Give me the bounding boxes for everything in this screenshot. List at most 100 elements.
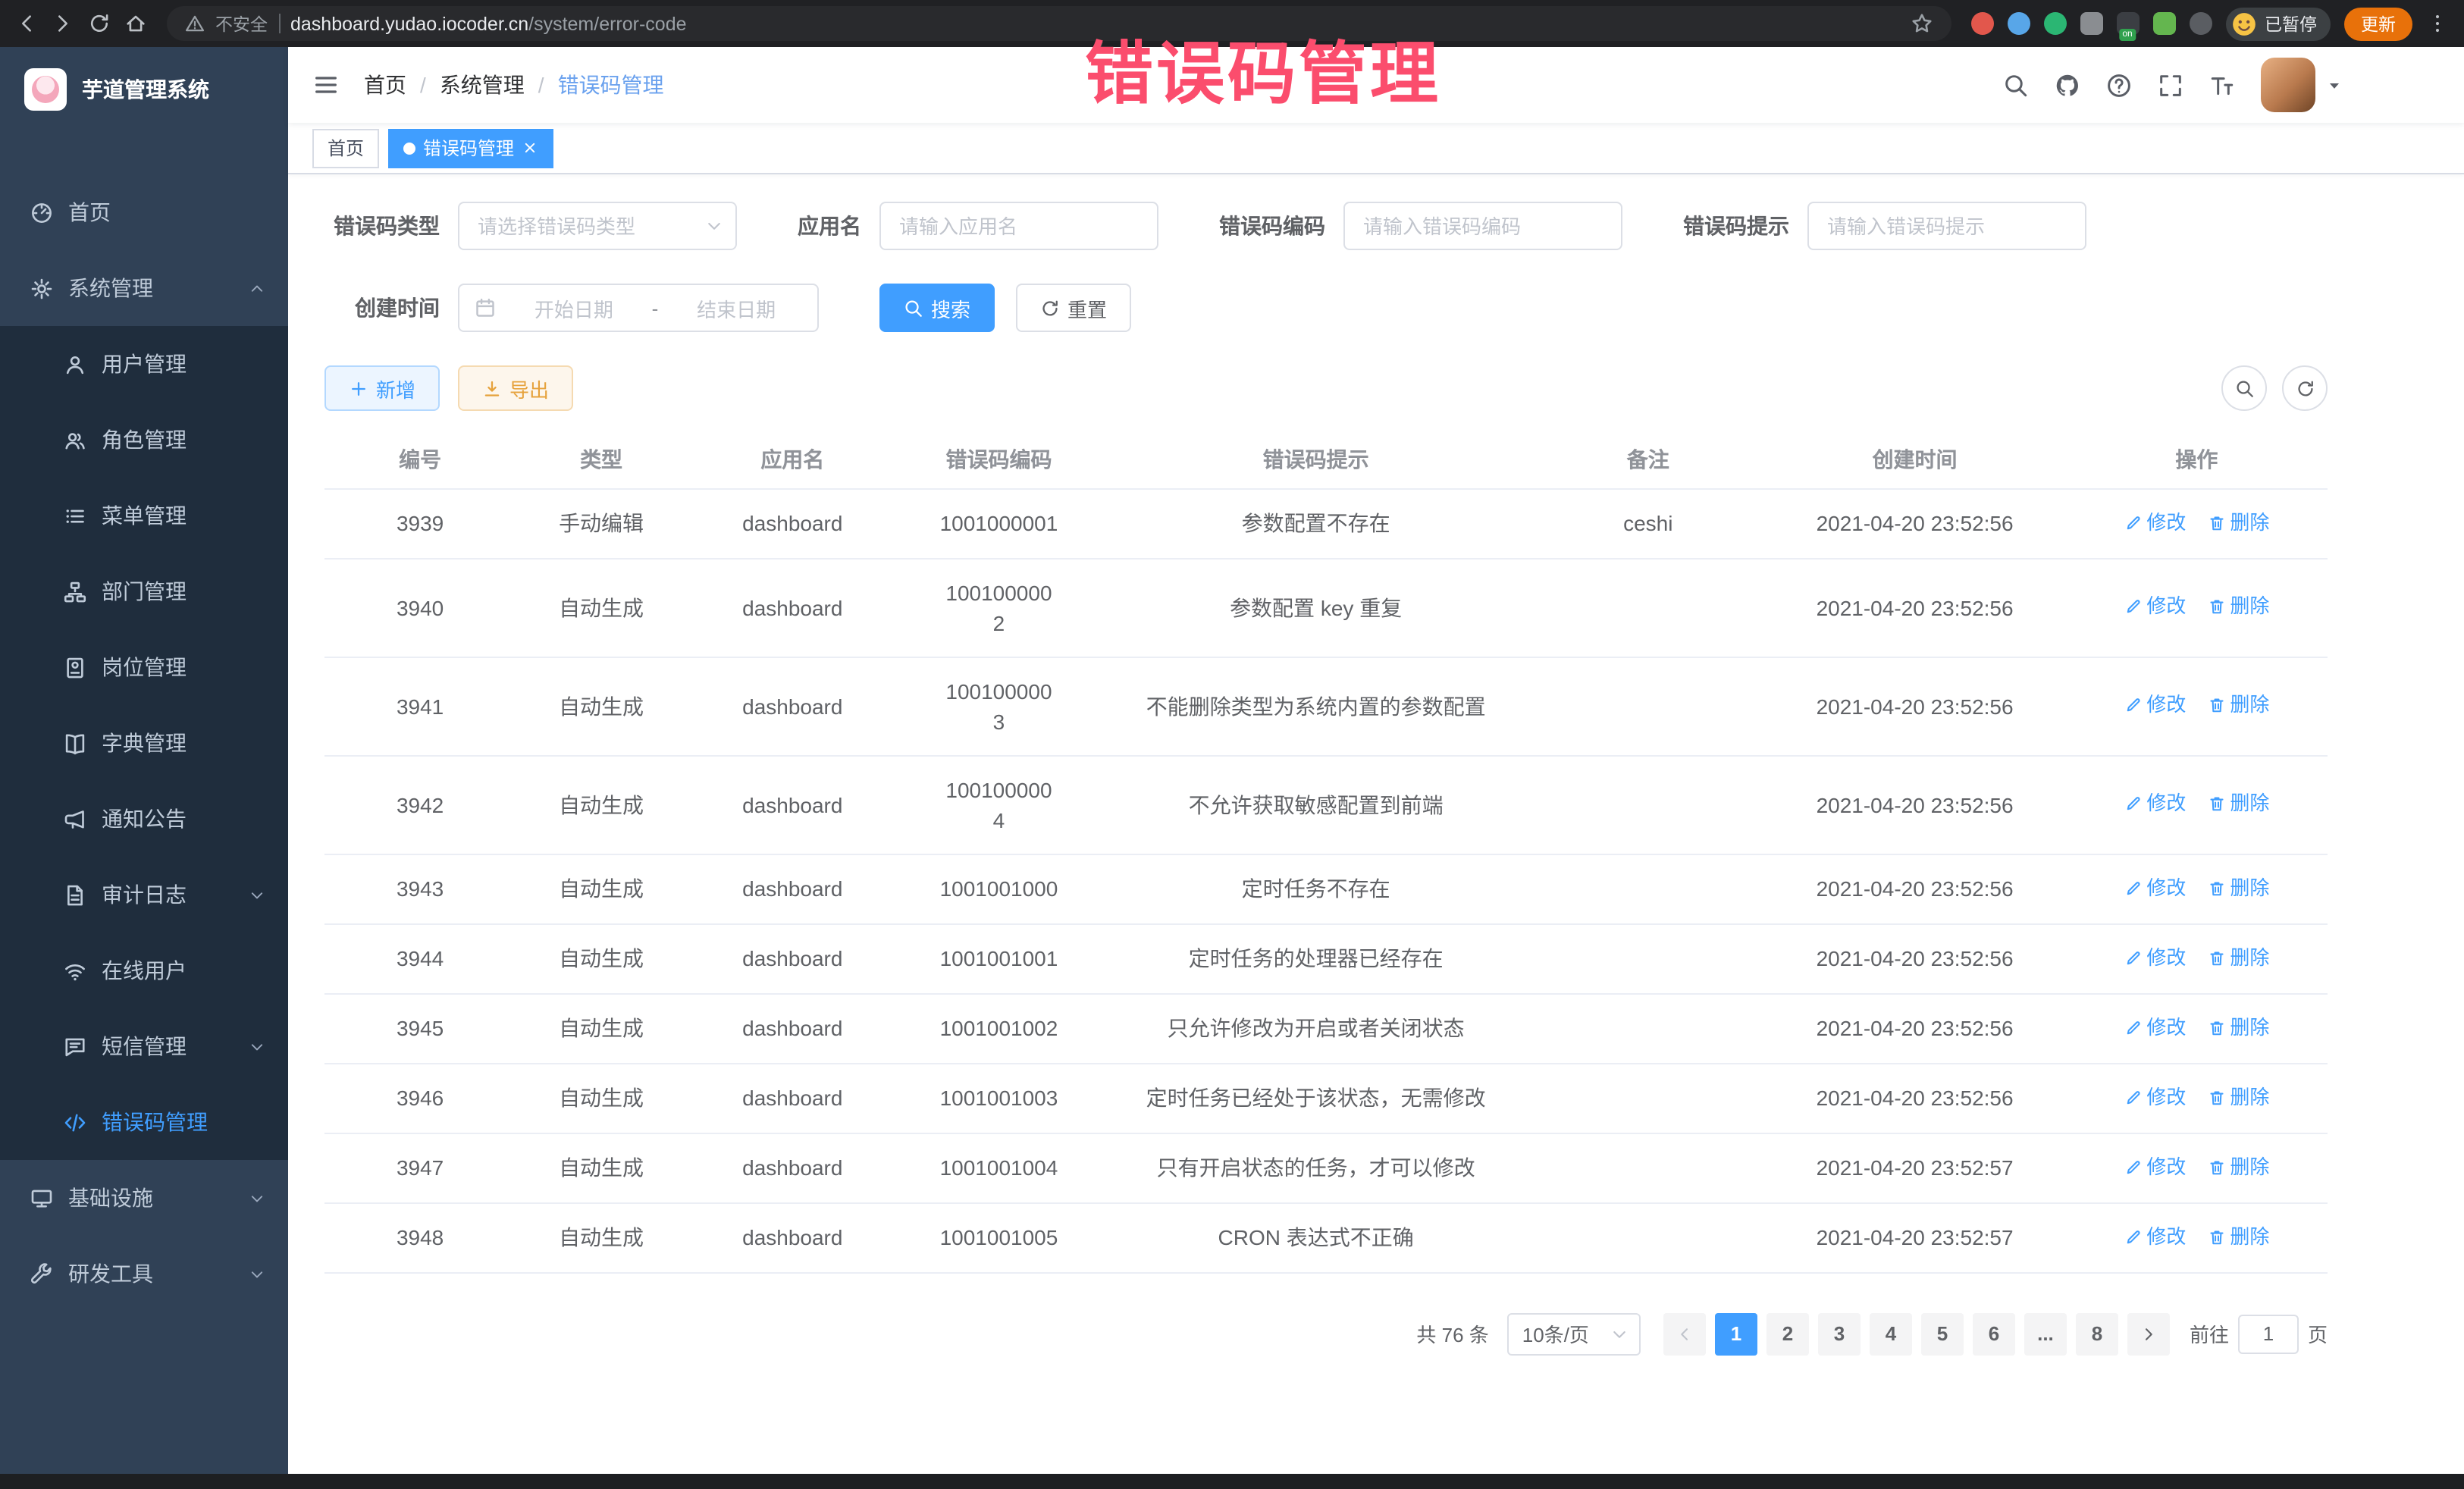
sidebar-toggle-icon[interactable] bbox=[312, 71, 340, 99]
sidebar-item-system[interactable]: 系统管理 bbox=[0, 250, 288, 326]
page-size-select[interactable]: 10条/页 bbox=[1507, 1312, 1641, 1355]
column-header-8: 操作 bbox=[2066, 432, 2328, 488]
delete-link[interactable]: 删除 bbox=[2207, 1221, 2269, 1252]
error-type-input[interactable] bbox=[458, 202, 737, 250]
sidebar-item-dev-tools[interactable]: 研发工具 bbox=[0, 1236, 288, 1312]
export-button[interactable]: 导出 bbox=[458, 365, 573, 411]
delete-link[interactable]: 删除 bbox=[2207, 690, 2269, 720]
sidebar-item-user[interactable]: 用户管理 bbox=[0, 326, 288, 402]
extension-icon-3[interactable] bbox=[2043, 12, 2066, 35]
delete-link[interactable]: 删除 bbox=[2207, 1082, 2269, 1112]
delete-label: 删除 bbox=[2230, 788, 2269, 819]
browser-menu-icon[interactable] bbox=[2426, 12, 2449, 35]
edit-link[interactable]: 修改 bbox=[2124, 1082, 2186, 1112]
error-hint-input[interactable] bbox=[1807, 202, 2086, 250]
extension-icon-2[interactable] bbox=[2007, 12, 2030, 35]
sidebar-item-role[interactable]: 角色管理 bbox=[0, 402, 288, 478]
edit-link[interactable]: 修改 bbox=[2124, 788, 2186, 819]
extension-icon-1[interactable] bbox=[1970, 12, 1993, 35]
edit-link[interactable]: 修改 bbox=[2124, 1012, 2186, 1042]
edit-link[interactable]: 修改 bbox=[2124, 1221, 2186, 1252]
sidebar-item-home[interactable]: 首页 bbox=[0, 174, 288, 250]
github-icon[interactable] bbox=[2055, 72, 2080, 98]
next-page-button[interactable] bbox=[2127, 1312, 2170, 1355]
sidebar-item-audit-log[interactable]: 审计日志 bbox=[0, 857, 288, 933]
delete-link[interactable]: 删除 bbox=[2207, 873, 2269, 903]
sidebar-item-sms[interactable]: 短信管理 bbox=[0, 1008, 288, 1084]
filter-label-hint: 错误码提示 bbox=[1683, 211, 1789, 241]
address-bar[interactable]: 不安全 dashboard.yudao.iocoder.cn/system/er… bbox=[167, 6, 1951, 41]
edit-link[interactable]: 修改 bbox=[2124, 1152, 2186, 1182]
delete-link[interactable]: 删除 bbox=[2207, 788, 2269, 819]
sidebar-item-notice[interactable]: 通知公告 bbox=[0, 781, 288, 857]
add-button[interactable]: 新增 bbox=[324, 365, 440, 411]
goto-page-input[interactable] bbox=[2238, 1314, 2299, 1353]
font-size-icon[interactable] bbox=[2209, 72, 2235, 98]
browser-update-button[interactable]: 更新 bbox=[2344, 7, 2412, 40]
pager-more[interactable]: ... bbox=[2024, 1312, 2067, 1355]
home-icon[interactable] bbox=[124, 12, 147, 35]
tab-home[interactable]: 首页 bbox=[312, 128, 379, 168]
pager-page-2[interactable]: 2 bbox=[1766, 1312, 1809, 1355]
breadcrumb-home[interactable]: 首页 bbox=[364, 70, 406, 100]
extension-icon-6[interactable] bbox=[2152, 12, 2175, 35]
edit-icon bbox=[2124, 696, 2142, 714]
create-time-range-picker[interactable]: 开始日期 - 结束日期 bbox=[458, 284, 819, 332]
search-icon[interactable] bbox=[2003, 72, 2029, 98]
refresh-table-button[interactable] bbox=[2282, 365, 2328, 411]
user-avatar-menu[interactable] bbox=[2261, 58, 2343, 112]
edit-link[interactable]: 修改 bbox=[2124, 591, 2186, 622]
app-logo[interactable]: 芋道管理系统 bbox=[0, 47, 288, 132]
sidebar-item-dict[interactable]: 字典管理 bbox=[0, 705, 288, 781]
pager-page-1[interactable]: 1 bbox=[1715, 1312, 1757, 1355]
chevron-down-icon bbox=[705, 217, 723, 235]
pager-page-8[interactable]: 8 bbox=[2076, 1312, 2118, 1355]
extension-icon-5[interactable]: on bbox=[2116, 12, 2139, 35]
close-icon[interactable] bbox=[522, 139, 538, 156]
pager-page-6[interactable]: 6 bbox=[1973, 1312, 2015, 1355]
pager-page-5[interactable]: 5 bbox=[1921, 1312, 1964, 1355]
delete-link[interactable]: 删除 bbox=[2207, 942, 2269, 973]
security-label[interactable]: 不安全 bbox=[215, 11, 268, 36]
app-name-input[interactable] bbox=[879, 202, 1158, 250]
cell-app: dashboard bbox=[687, 1133, 898, 1202]
tools-icon bbox=[30, 1262, 53, 1285]
fullscreen-icon[interactable] bbox=[2158, 72, 2183, 98]
reload-icon[interactable] bbox=[88, 12, 111, 35]
edit-link[interactable]: 修改 bbox=[2124, 507, 2186, 538]
error-code-input[interactable] bbox=[1343, 202, 1622, 250]
sidebar-item-menu[interactable]: 菜单管理 bbox=[0, 478, 288, 553]
prev-page-button[interactable] bbox=[1663, 1312, 1706, 1355]
delete-link[interactable]: 删除 bbox=[2207, 1152, 2269, 1182]
sidebar-item-post[interactable]: 岗位管理 bbox=[0, 629, 288, 705]
search-button[interactable]: 搜索 bbox=[879, 284, 995, 332]
bookmark-star-icon[interactable] bbox=[1910, 12, 1933, 35]
help-icon[interactable] bbox=[2106, 72, 2132, 98]
sidebar-item-error-code[interactable]: 错误码管理 bbox=[0, 1084, 288, 1160]
back-icon[interactable] bbox=[15, 12, 38, 35]
edit-link[interactable]: 修改 bbox=[2124, 942, 2186, 973]
edit-link[interactable]: 修改 bbox=[2124, 690, 2186, 720]
cell-type: 自动生成 bbox=[516, 755, 687, 854]
delete-link[interactable]: 删除 bbox=[2207, 591, 2269, 622]
pager-page-4[interactable]: 4 bbox=[1870, 1312, 1912, 1355]
pager-page-3[interactable]: 3 bbox=[1818, 1312, 1861, 1355]
end-date-placeholder[interactable]: 结束日期 bbox=[670, 293, 802, 322]
sidebar-item-dept[interactable]: 部门管理 bbox=[0, 553, 288, 629]
delete-link[interactable]: 删除 bbox=[2207, 507, 2269, 538]
extension-icon-4[interactable] bbox=[2080, 12, 2102, 35]
extension-icon-7[interactable] bbox=[2189, 12, 2212, 35]
browser-profile-chip[interactable]: 已暂停 bbox=[2225, 7, 2331, 40]
tab-error-code[interactable]: 错误码管理 bbox=[388, 128, 553, 168]
sidebar-item-online-user[interactable]: 在线用户 bbox=[0, 933, 288, 1008]
error-type-select[interactable] bbox=[458, 202, 737, 250]
sidebar-item-infra[interactable]: 基础设施 bbox=[0, 1160, 288, 1236]
edit-link[interactable]: 修改 bbox=[2124, 873, 2186, 903]
start-date-placeholder[interactable]: 开始日期 bbox=[508, 293, 640, 322]
url-text[interactable]: dashboard.yudao.iocoder.cn/system/error-… bbox=[290, 13, 687, 34]
delete-link[interactable]: 删除 bbox=[2207, 1012, 2269, 1042]
forward-icon[interactable] bbox=[52, 12, 74, 35]
toggle-search-button[interactable] bbox=[2221, 365, 2267, 411]
breadcrumb-system[interactable]: 系统管理 bbox=[406, 70, 525, 100]
reset-button[interactable]: 重置 bbox=[1016, 284, 1131, 332]
